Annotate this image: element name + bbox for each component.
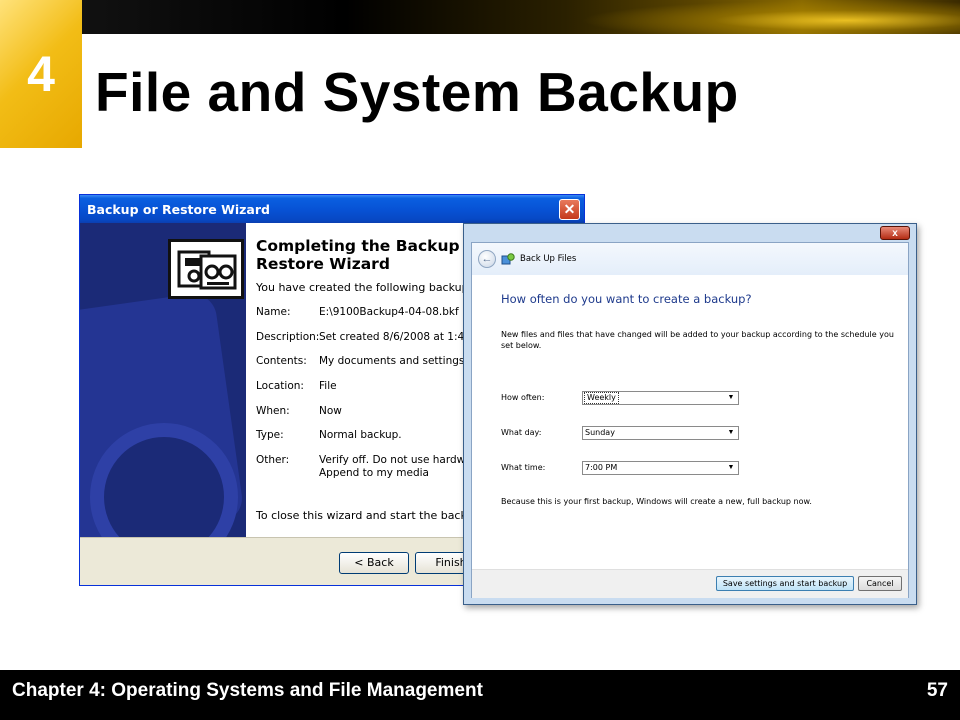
chapter-number: 4	[27, 46, 55, 102]
slide-title: File and System Backup	[95, 61, 739, 123]
how-often-label: How often:	[501, 393, 545, 402]
footer-chapter-text: Chapter 4: Operating Systems and File Ma…	[12, 680, 483, 701]
what-time-select[interactable]: 7:00 PM ▼	[582, 461, 739, 475]
back-up-files-window: x ← Back Up Files How often do you want …	[463, 223, 917, 605]
summary-value: Normal backup.	[319, 429, 402, 441]
first-backup-note: Because this is your first backup, Windo…	[501, 497, 812, 506]
schedule-question: How often do you want to create a backup…	[501, 292, 752, 306]
summary-value: Verify off. Do not use hardware Append t…	[319, 454, 482, 480]
wizard-intro: You have created the following backup se…	[256, 281, 497, 294]
slide-footer: Chapter 4: Operating Systems and File Ma…	[0, 670, 960, 720]
wizard-sidebar	[80, 223, 246, 537]
back-button[interactable]: < Back	[339, 552, 409, 574]
chevron-down-icon[interactable]: ▼	[724, 427, 738, 439]
header-band	[82, 0, 960, 34]
cancel-button[interactable]: Cancel	[858, 576, 902, 591]
summary-label: Other:	[256, 454, 290, 466]
summary-value: Set created 8/6/2008 at 1:42	[319, 331, 471, 343]
chevron-down-icon[interactable]: ▼	[724, 392, 738, 404]
schedule-description: New files and files that have changed wi…	[501, 330, 894, 350]
dialog-title: Back Up Files	[520, 254, 577, 264]
dialog-button-bar: Save settings and start backup Cancel	[472, 569, 908, 598]
summary-value: File	[319, 380, 337, 392]
close-icon[interactable]: x	[880, 226, 910, 240]
what-day-value: Sunday	[585, 428, 615, 437]
close-icon[interactable]: ✕	[559, 199, 580, 220]
summary-value: My documents and settings	[319, 355, 465, 367]
back-arrow-icon[interactable]: ←	[478, 250, 496, 268]
what-time-label: What time:	[501, 463, 546, 472]
wizard-heading-line1: Completing the Backup	[256, 237, 460, 255]
back-up-files-client: ← Back Up Files How often do you want to…	[471, 242, 909, 598]
summary-label: When:	[256, 405, 290, 417]
wizard-heading: Completing the Backup Restore Wizard	[256, 237, 486, 273]
navigation-bar: ← Back Up Files	[472, 243, 908, 275]
summary-label: Contents:	[256, 355, 307, 367]
wizard-titlebar[interactable]: Backup or Restore Wizard ✕	[80, 195, 584, 223]
wizard-closing-text: To close this wizard and start the backu…	[256, 509, 497, 522]
wizard-heading-line2: Restore Wizard	[256, 255, 390, 273]
summary-label: Location:	[256, 380, 304, 392]
summary-value-line1: Verify off. Do not use hardware	[319, 454, 483, 466]
how-often-select[interactable]: Weekly ▼	[582, 391, 739, 405]
summary-value: Now	[319, 405, 342, 417]
chapter-badge: 4	[0, 0, 82, 148]
summary-label: Type:	[256, 429, 284, 441]
what-time-value: 7:00 PM	[585, 463, 618, 472]
summary-value: E:\9100Backup4-04-08.bkf	[319, 306, 459, 318]
summary-value-line2: Append to my media	[319, 467, 429, 479]
what-day-select[interactable]: Sunday ▼	[582, 426, 739, 440]
save-settings-button[interactable]: Save settings and start backup	[716, 576, 854, 591]
summary-label: Description:	[256, 331, 320, 343]
how-often-value: Weekly	[584, 392, 619, 404]
wizard-title: Backup or Restore Wizard	[87, 202, 270, 217]
chevron-down-icon[interactable]: ▼	[724, 462, 738, 474]
summary-label: Name:	[256, 306, 291, 318]
page-number: 57	[926, 680, 948, 701]
app-icon	[501, 253, 515, 265]
what-day-label: What day:	[501, 428, 542, 437]
backup-icon	[168, 239, 244, 299]
